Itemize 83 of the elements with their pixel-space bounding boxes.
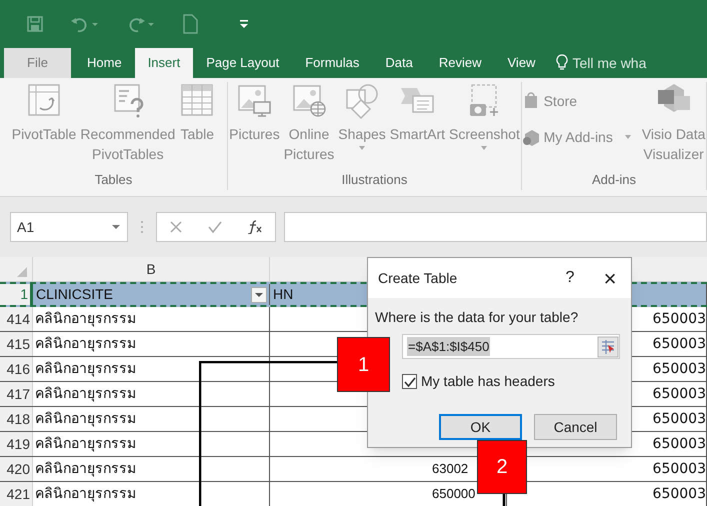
ribbon-button[interactable]: Visio Data Visualizer [640,82,706,170]
splitter-icon[interactable] [140,219,144,235]
checkbox-label: My table has headers [421,372,555,391]
shapes-icon [344,82,380,120]
dropdown-arrow-icon[interactable] [111,223,121,231]
row-header[interactable]: 417 [0,382,33,406]
table-cell-text: คลินิกอายุรกรรม [35,384,136,404]
range-field[interactable]: =$A$1:$I$450 [402,334,620,359]
lightbulb-icon[interactable] [556,54,568,72]
table-cell-text: 650003 [652,384,706,404]
filter-dropdown-icon[interactable] [251,286,267,302]
row-header[interactable]: 1 [0,284,33,305]
row-header[interactable]: 421 [0,482,33,506]
ribbon-button[interactable]: Recommended PivotTables [79,82,176,170]
ribbon-button[interactable]: Online Pictures [282,82,336,170]
ribbon-tab[interactable]: View [494,48,548,78]
step-badge: 2 [477,440,527,494]
row-header[interactable]: 418 [0,407,33,431]
save-icon[interactable] [26,15,44,33]
ribbon-button[interactable]: Shapes [337,82,387,170]
table-cell-text: CLINICSITE [35,285,114,304]
table-cell-text: 650003 [652,460,706,478]
search-field[interactable]: Tell me wha [572,52,646,74]
row-header[interactable]: 419 [0,432,33,456]
table-cell-text: HN [272,285,294,304]
ribbon-button[interactable]: My Add-ins [522,126,633,148]
row-header[interactable]: 415 [0,332,33,356]
dialog-button[interactable]: Cancel [534,414,617,440]
ribbon-button[interactable]: Table [178,82,216,170]
table-cell-text: 650003 [652,310,706,328]
ribbon-tab[interactable]: Review [426,48,494,78]
table-cell-text: 650000 [432,485,476,504]
ribbon-tab[interactable]: Formulas [292,48,372,78]
group-label: Tables [94,171,134,189]
collapse-dialog-icon[interactable] [597,336,619,358]
ribbon-button[interactable]: Screenshot [448,82,521,170]
caret-icon [622,133,633,141]
ribbon-tab[interactable]: Insert [134,48,194,78]
table-cell-text: คลินิกอายุรกรรม [35,434,136,454]
ribbon-button[interactable]: Pictures [228,82,281,170]
dialog-button[interactable]: OK [439,414,522,440]
caret-icon [479,144,490,152]
caret-icon [357,144,368,152]
row-header[interactable]: 420 [0,457,33,481]
ribbon-tab[interactable]: Data [372,48,426,78]
table-cell-text: คลินิกอายุรกรรม [35,460,136,479]
dialog-title: Create Table [378,268,458,288]
row-header[interactable]: 414 [0,307,33,331]
table-cell-text: 650003 [652,360,706,378]
select-all-icon[interactable] [15,265,29,279]
document-icon[interactable] [182,14,198,34]
table-cell-text: 650003 [652,334,706,354]
row-header[interactable]: 416 [0,357,33,381]
customize-icon[interactable] [238,18,250,30]
ribbon-button[interactable]: Store [522,90,633,112]
ribbon-button[interactable]: SmartArt [388,82,446,170]
insert-function-icon[interactable] [247,220,263,234]
ribbon-button[interactable]: PivotTable [10,82,78,170]
ribbon-tab[interactable]: Page Layout [193,48,292,78]
name-box[interactable]: A1 [10,212,128,242]
table-cell-text: คลินิกอายุรกรรม [35,334,136,354]
table-cell-text: คลินิกอายุรกรรม [35,410,136,429]
table-cell-text: 650003 [652,484,706,504]
group-label: Add-ins [590,171,638,189]
ribbon-tab[interactable]: File [4,48,71,78]
formula-input[interactable] [284,212,707,242]
enter-icon[interactable] [207,220,223,234]
group-label: Illustrations [340,171,408,189]
undo-icon[interactable] [70,15,100,33]
table-cell-text: คลินิกอายุรกรรม [35,484,136,504]
table-cell-text: คลินิกอายุรกรรม [35,360,136,379]
help-button[interactable]: ? [555,266,585,290]
cancel-icon[interactable] [169,220,183,234]
close-button[interactable]: × [595,262,625,294]
table-cell-text: 63002 [432,460,468,478]
step-badge: 1 [337,337,390,392]
prompt-label: Where is the data for your table? [375,308,580,327]
ribbon-tab[interactable]: Home [74,48,135,78]
table-cell-text: คลินิกอายุรกรรม [35,310,136,329]
table-cell-text: 650003 [652,410,706,428]
checkmark-icon [404,376,416,388]
table-cell-text: 650003 [652,434,706,454]
checkbox[interactable] [402,374,417,389]
